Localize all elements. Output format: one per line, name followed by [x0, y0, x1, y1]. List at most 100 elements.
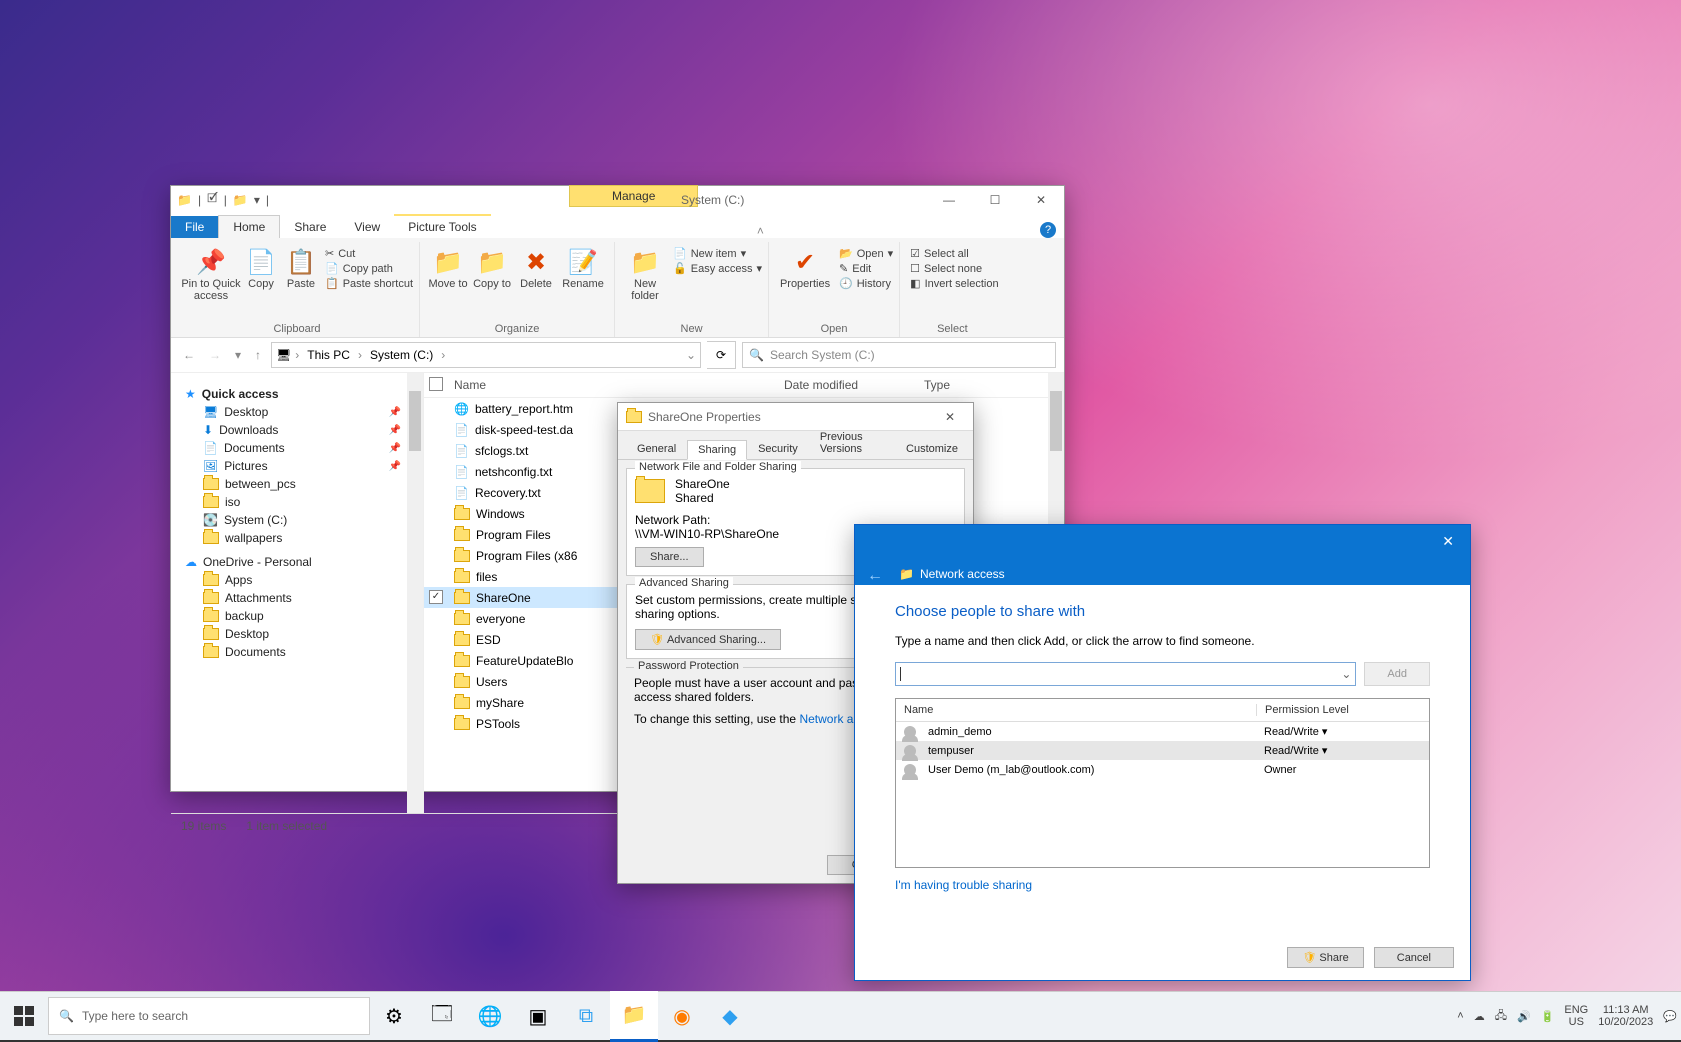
tab-file[interactable]: File — [171, 216, 218, 238]
easy-access-button[interactable]: 🔓Easy access▾ — [673, 261, 762, 276]
move-to-button[interactable]: 📁Move to — [426, 242, 470, 290]
breadcrumb-this-pc[interactable]: This PC — [303, 348, 354, 362]
taskbar[interactable]: 🔍 Type here to search ⚙ 🗔 🌐 ▣ ⧉ 📁 ◉ ◆ ˄ … — [0, 991, 1681, 1040]
address-dropdown-icon[interactable]: ⌄ — [686, 348, 696, 362]
tab-share[interactable]: Share — [280, 216, 340, 238]
settings-icon[interactable]: ⚙ — [370, 992, 418, 1040]
close-button[interactable]: ✕ — [1434, 531, 1462, 552]
notifications-icon[interactable]: 💬 — [1663, 1010, 1677, 1023]
nav-item[interactable]: iso — [181, 493, 423, 511]
select-all-checkbox[interactable] — [429, 377, 443, 391]
qat-dropdown-icon[interactable]: ▾ — [254, 193, 260, 207]
delete-button[interactable]: ✖Delete — [514, 242, 558, 290]
copy-to-button[interactable]: 📁Copy to — [470, 242, 514, 290]
rename-button[interactable]: 📝Rename — [558, 242, 608, 290]
terminal-icon[interactable]: ▣ — [514, 992, 562, 1040]
nav-item[interactable]: wallpapers — [181, 529, 423, 547]
nav-item[interactable]: between_pcs — [181, 475, 423, 493]
col-name[interactable]: Name — [448, 378, 784, 392]
col-type[interactable]: Type — [924, 378, 1064, 392]
share-list-row[interactable]: tempuserRead/Write ▾ — [896, 741, 1429, 760]
maximize-button[interactable]: ☐ — [972, 186, 1018, 213]
col-date[interactable]: Date modified — [784, 378, 924, 392]
nav-item[interactable]: 🖼Pictures📌 — [181, 457, 423, 475]
breadcrumb-drive[interactable]: System (C:) — [366, 348, 437, 362]
trouble-sharing-link[interactable]: I'm having trouble sharing — [895, 878, 1032, 892]
up-button[interactable]: ↑ — [251, 344, 265, 366]
invert-selection-button[interactable]: ◧Invert selection — [910, 276, 998, 291]
props-tab[interactable]: Sharing — [687, 440, 747, 460]
volume-tray-icon[interactable]: 🔊 — [1517, 1010, 1531, 1023]
nav-item[interactable]: 💽System (C:) — [181, 511, 423, 529]
region-indicator[interactable]: US — [1564, 1016, 1588, 1028]
nav-item[interactable]: Attachments — [181, 589, 423, 607]
advanced-sharing-button[interactable]: 🛡Advanced Sharing... — [635, 629, 781, 650]
name-combobox[interactable] — [895, 662, 1356, 686]
clock-date[interactable]: 10/20/2023 — [1598, 1016, 1653, 1028]
paste-shortcut-button[interactable]: 📋Paste shortcut — [325, 276, 413, 291]
start-button[interactable] — [0, 992, 48, 1040]
nav-item[interactable]: 📄Documents📌 — [181, 439, 423, 457]
explorer-taskbar-icon[interactable]: 📁 — [610, 991, 658, 1042]
add-button[interactable]: Add — [1364, 662, 1430, 686]
nav-item[interactable]: Documents — [181, 643, 423, 661]
nav-item[interactable]: Apps — [181, 571, 423, 589]
clock-time[interactable]: 11:13 AM — [1598, 1004, 1653, 1016]
props-tab[interactable]: General — [626, 439, 687, 459]
properties-button[interactable]: ✔Properties — [775, 242, 835, 290]
tab-picture-tools[interactable]: Picture Tools — [394, 214, 490, 238]
onedrive-tray-icon[interactable]: ☁ — [1474, 1010, 1485, 1023]
properties-titlebar[interactable]: ShareOne Properties ✕ — [618, 403, 973, 431]
paste-button[interactable]: 📋Paste — [281, 242, 321, 290]
back-button[interactable]: ← — [867, 567, 883, 585]
battery-tray-icon[interactable]: 🔋 — [1541, 1010, 1555, 1023]
cancel-button[interactable]: Cancel — [1374, 947, 1454, 968]
share-list-row[interactable]: admin_demoRead/Write ▾ — [896, 722, 1429, 741]
collapse-ribbon-icon[interactable]: ˄ — [757, 224, 764, 238]
share-list[interactable]: Name Permission Level admin_demoRead/Wri… — [895, 698, 1430, 868]
onedrive-header[interactable]: ☁OneDrive - Personal — [181, 553, 423, 571]
new-item-button[interactable]: 📄New item▾ — [673, 246, 762, 261]
open-button[interactable]: 📂Open▾ — [839, 246, 893, 261]
refresh-button[interactable]: ⟳ — [707, 341, 736, 369]
navpane-scrollbar[interactable] — [407, 373, 423, 813]
system-tray[interactable]: ˄ ☁ 🖧 🔊 🔋 ENG US 11:13 AM 10/20/2023 💬 — [1457, 1004, 1681, 1028]
nav-item[interactable]: 🖥Desktop📌 — [181, 403, 423, 421]
nav-item[interactable]: backup — [181, 607, 423, 625]
navigation-pane[interactable]: ★Quick access 🖥Desktop📌⬇Downloads📌📄Docum… — [171, 373, 424, 813]
share-confirm-button[interactable]: 🛡Share — [1287, 947, 1363, 968]
col-name[interactable]: Name — [896, 704, 1257, 716]
quick-access-header[interactable]: ★Quick access — [181, 385, 423, 403]
history-button[interactable]: 🕘History — [839, 276, 893, 291]
firefox-icon[interactable]: ◉ — [658, 992, 706, 1040]
manage-contextual-tab[interactable]: Manage — [569, 185, 698, 207]
language-indicator[interactable]: ENG — [1564, 1004, 1588, 1016]
explorer-titlebar[interactable]: 📁 | 🗹 | 📁 ▾ | Manage System (C:) — ☐ ✕ — [171, 186, 1064, 213]
new-folder-button[interactable]: 📁New folder — [621, 242, 669, 302]
edit-button[interactable]: ✎Edit — [839, 261, 893, 276]
network-access-header[interactable]: ✕ ← 📁Network access — [855, 525, 1470, 585]
select-all-button[interactable]: ☑Select all — [910, 246, 998, 261]
props-tab[interactable]: Previous Versions — [809, 427, 895, 459]
task-view-button[interactable]: 🗔 — [418, 992, 466, 1040]
search-box[interactable]: 🔍 Search System (C:) — [742, 342, 1056, 368]
copy-path-button[interactable]: 📄Copy path — [325, 261, 413, 276]
pin-to-quick-access-button[interactable]: 📌Pin to Quick access — [181, 242, 241, 302]
vscode-icon[interactable]: ⧉ — [562, 992, 610, 1040]
share-list-row[interactable]: User Demo (m_lab@outlook.com)Owner — [896, 760, 1429, 779]
qat-props-icon[interactable]: 🗹 — [207, 189, 218, 210]
tab-home[interactable]: Home — [218, 215, 280, 238]
nav-item[interactable]: Desktop — [181, 625, 423, 643]
props-tab[interactable]: Customize — [895, 439, 969, 459]
nav-item[interactable]: ⬇Downloads📌 — [181, 421, 423, 439]
tab-view[interactable]: View — [340, 216, 394, 238]
share-button[interactable]: Share... — [635, 547, 704, 567]
copy-button[interactable]: 📄Copy — [241, 242, 281, 290]
app-icon[interactable]: ◆ — [706, 992, 754, 1040]
props-tab[interactable]: Security — [747, 439, 809, 459]
minimize-button[interactable]: — — [926, 186, 972, 213]
tray-chevron-icon[interactable]: ˄ — [1457, 1010, 1463, 1022]
help-icon[interactable]: ? — [1040, 222, 1056, 238]
close-button[interactable]: ✕ — [1018, 186, 1064, 213]
col-permission[interactable]: Permission Level — [1257, 704, 1429, 716]
